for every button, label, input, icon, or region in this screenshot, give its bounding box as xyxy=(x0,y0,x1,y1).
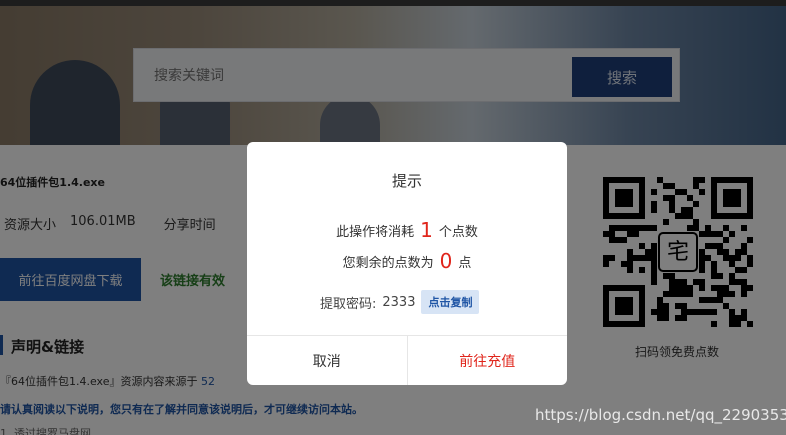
cost-prefix: 此操作将消耗 xyxy=(336,225,415,240)
dialog-footer: 取消 前往充值 xyxy=(247,335,567,385)
remaining-line: 您剩余的点数为 0 点 xyxy=(247,248,567,273)
password-label: 提取密码: xyxy=(320,296,377,312)
remaining-value: 0 xyxy=(439,249,453,273)
points-dialog: 提示 此操作将消耗 1 个点数 您剩余的点数为 0 点 提取密码: 2333 点击复制 … xyxy=(247,142,567,385)
remaining-suffix: 点 xyxy=(458,256,472,271)
remaining-prefix: 您剩余的点数为 xyxy=(342,256,434,271)
cost-value: 1 xyxy=(420,218,433,242)
cost-line: 此操作将消耗 1 个点数 xyxy=(247,217,567,242)
password-row: 提取密码: 2333 点击复制 xyxy=(320,290,480,314)
copy-button[interactable]: 点击复制 xyxy=(421,290,480,314)
dialog-title: 提示 xyxy=(391,172,422,190)
cost-suffix: 个点数 xyxy=(438,225,478,240)
watermark: https://blog.csdn.net/qq_22903531 xyxy=(535,406,786,424)
recharge-button[interactable]: 前往充值 xyxy=(408,336,568,385)
cancel-button[interactable]: 取消 xyxy=(247,336,408,385)
password-value: 2333 xyxy=(382,294,416,310)
